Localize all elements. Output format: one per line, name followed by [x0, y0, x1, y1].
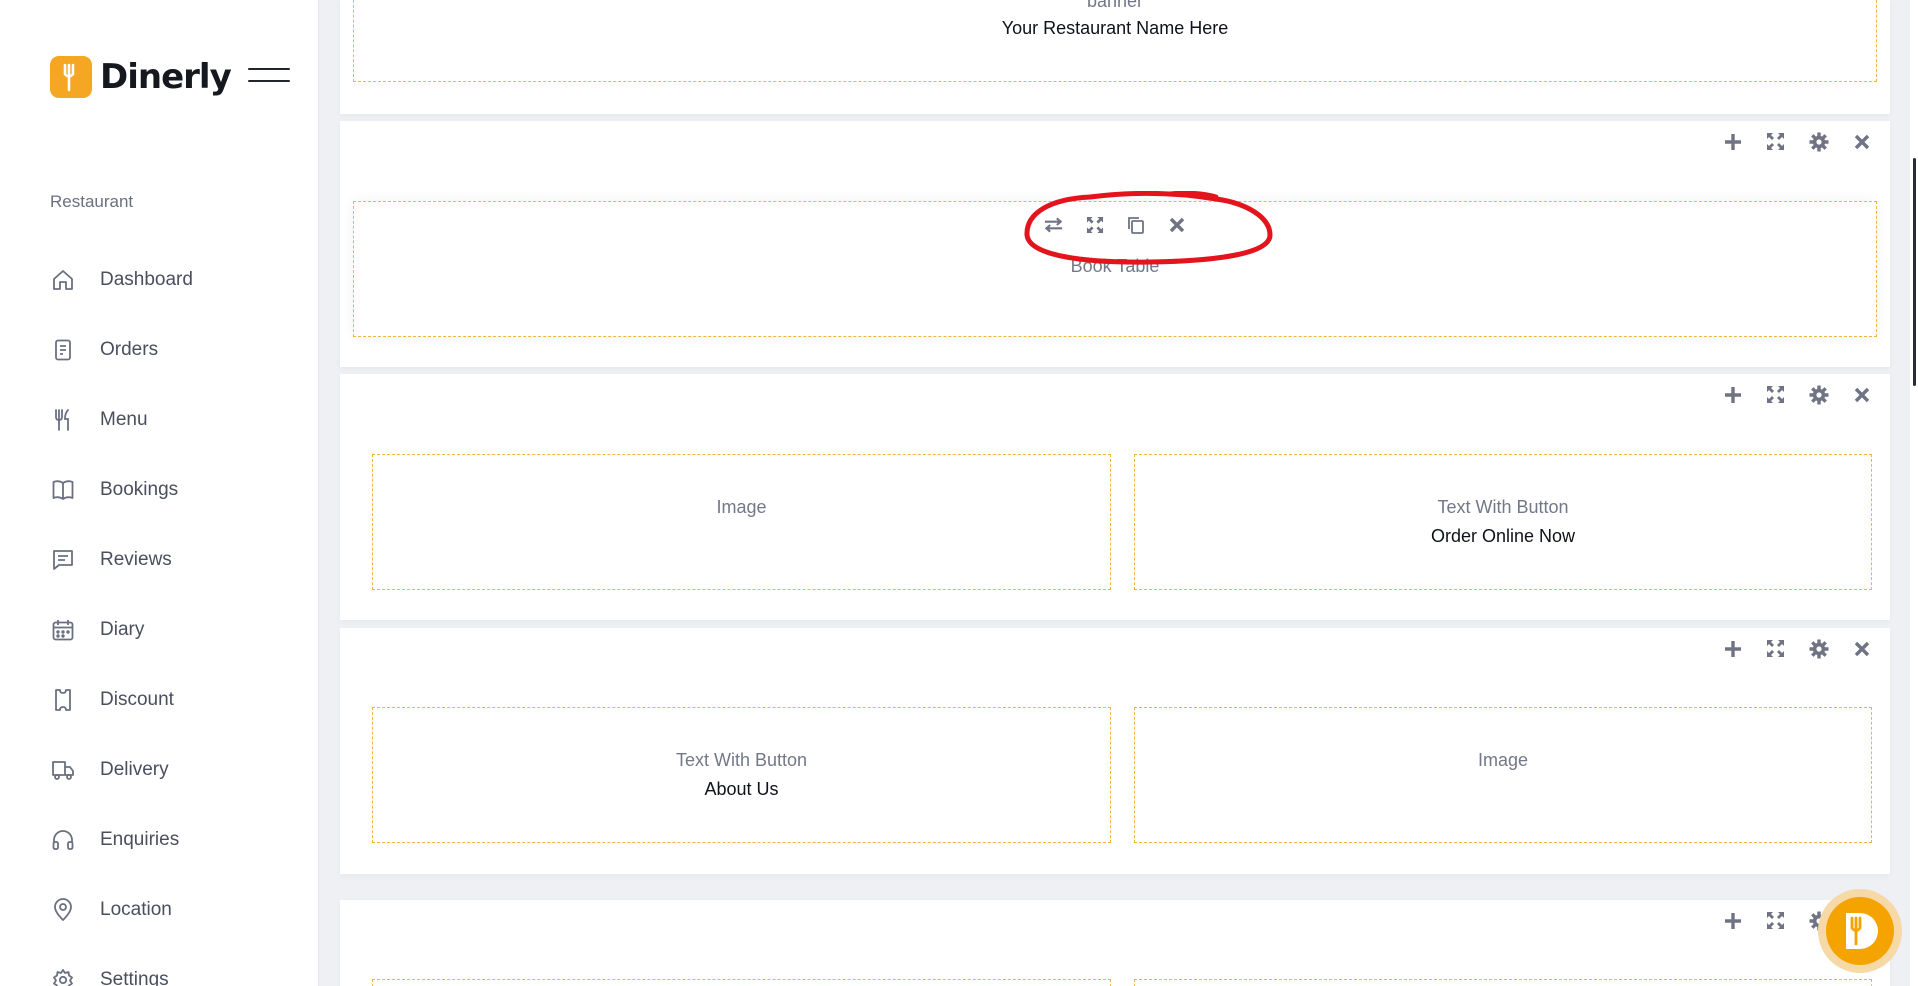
add-icon[interactable] [1722, 131, 1743, 152]
page-builder-canvas: banner Your Restaurant Name Here Book Ta… [320, 0, 1918, 986]
headset-icon [50, 827, 76, 853]
builder-row: Image Text With Button Order Online Now [340, 374, 1890, 620]
image-block[interactable]: Image [1134, 707, 1872, 843]
add-icon[interactable] [1722, 910, 1743, 931]
dinerly-launcher-button[interactable] [1818, 889, 1902, 973]
text-with-button-block[interactable]: Text With Button About Us [372, 707, 1111, 843]
row-toolbar [1722, 131, 1872, 152]
builder-row: banner Your Restaurant Name Here [340, 0, 1890, 114]
brand-name: Dinerly [100, 57, 232, 97]
close-icon[interactable] [1851, 638, 1872, 659]
sidebar-item-menu[interactable]: Menu [50, 385, 300, 455]
sidebar-item-label: Enquiries [100, 829, 180, 850]
receipt-icon [50, 337, 76, 363]
sidebar: Dinerly Restaurant Dashboard Orders Menu [0, 0, 319, 986]
add-icon[interactable] [1722, 384, 1743, 405]
book-table-block[interactable]: Book Table [353, 201, 1877, 337]
sidebar-item-label: Settings [100, 969, 169, 986]
builder-row: Book Table [340, 121, 1890, 367]
builder-row: Text With Button About Us Image [340, 628, 1890, 874]
sidebar-item-label: Dashboard [100, 269, 193, 290]
sidebar-item-discount[interactable]: Discount [50, 665, 300, 735]
row-toolbar [1722, 638, 1872, 659]
map-pin-icon [50, 897, 76, 923]
expand-icon[interactable] [1765, 131, 1786, 152]
hamburger-icon [248, 68, 290, 70]
add-icon[interactable] [1722, 638, 1743, 659]
sidebar-item-orders[interactable]: Orders [50, 315, 300, 385]
book-icon [50, 477, 76, 503]
block-title: Order Online Now [1430, 526, 1576, 546]
calendar-icon [50, 617, 76, 643]
scrollbar[interactable] [1910, 0, 1918, 986]
text-with-button-block[interactable]: Text With Button Order Online Now [1134, 454, 1872, 590]
sidebar-item-reviews[interactable]: Reviews [50, 525, 300, 595]
sidebar-item-bookings[interactable]: Bookings [50, 455, 300, 525]
builder-block[interactable] [372, 979, 1111, 986]
gear-icon[interactable] [1808, 384, 1829, 405]
banner-block[interactable]: banner Your Restaurant Name Here [353, 0, 1877, 82]
sidebar-item-label: Discount [100, 689, 174, 710]
block-title: About Us [704, 779, 779, 799]
scrollbar-thumb[interactable] [1913, 158, 1916, 386]
sidebar-item-label: Bookings [100, 479, 179, 500]
sidebar-item-location[interactable]: Location [50, 875, 300, 945]
expand-icon[interactable] [1765, 910, 1786, 931]
gear-icon[interactable] [1808, 131, 1829, 152]
block-type-label: Text With Button [1437, 497, 1569, 517]
block-type-label: banner [1086, 0, 1144, 11]
block-type-label: Text With Button [675, 750, 808, 770]
sidebar-item-label: Reviews [100, 549, 172, 570]
sidebar-item-label: Menu [100, 409, 148, 430]
sidebar-item-settings[interactable]: Settings [50, 945, 300, 986]
expand-icon[interactable] [1765, 638, 1786, 659]
menu-toggle-button[interactable] [248, 68, 290, 86]
block-type-label: Image [716, 497, 767, 517]
close-icon[interactable] [1851, 384, 1872, 405]
truck-icon [50, 757, 76, 783]
block-type-label: Book Table [1070, 256, 1160, 276]
copy-icon[interactable] [1125, 214, 1146, 235]
builder-row [340, 900, 1890, 986]
builder-block[interactable] [1134, 979, 1872, 986]
block-toolbar [1043, 214, 1187, 235]
close-icon[interactable] [1851, 131, 1872, 152]
gear-icon [50, 967, 76, 986]
dinerly-logo-icon [1826, 897, 1894, 965]
gear-icon[interactable] [1808, 638, 1829, 659]
section-label: Restaurant [50, 192, 134, 211]
close-icon[interactable] [1166, 214, 1187, 235]
expand-icon[interactable] [1765, 384, 1786, 405]
sidebar-item-label: Delivery [100, 759, 169, 780]
home-icon [50, 267, 76, 293]
ticket-icon [50, 687, 76, 713]
sidebar-nav: Dashboard Orders Menu Bookings Reviews D… [50, 245, 300, 986]
expand-icon[interactable] [1084, 214, 1105, 235]
sidebar-item-diary[interactable]: Diary [50, 595, 300, 665]
message-lines-icon [50, 547, 76, 573]
fork-knife-icon [50, 407, 76, 433]
sidebar-item-label: Orders [100, 339, 159, 360]
row-toolbar [1722, 384, 1872, 405]
block-title: Your Restaurant Name Here [1001, 18, 1229, 38]
dinerly-logo-icon [50, 56, 92, 98]
sidebar-item-label: Location [100, 899, 172, 920]
block-type-label: Image [1477, 750, 1529, 770]
sidebar-item-enquiries[interactable]: Enquiries [50, 805, 300, 875]
sidebar-item-label: Diary [100, 619, 145, 640]
sidebar-item-delivery[interactable]: Delivery [50, 735, 300, 805]
swap-icon[interactable] [1043, 214, 1064, 235]
brand[interactable]: Dinerly [50, 56, 232, 98]
sidebar-item-dashboard[interactable]: Dashboard [50, 245, 300, 315]
image-block[interactable]: Image [372, 454, 1111, 590]
